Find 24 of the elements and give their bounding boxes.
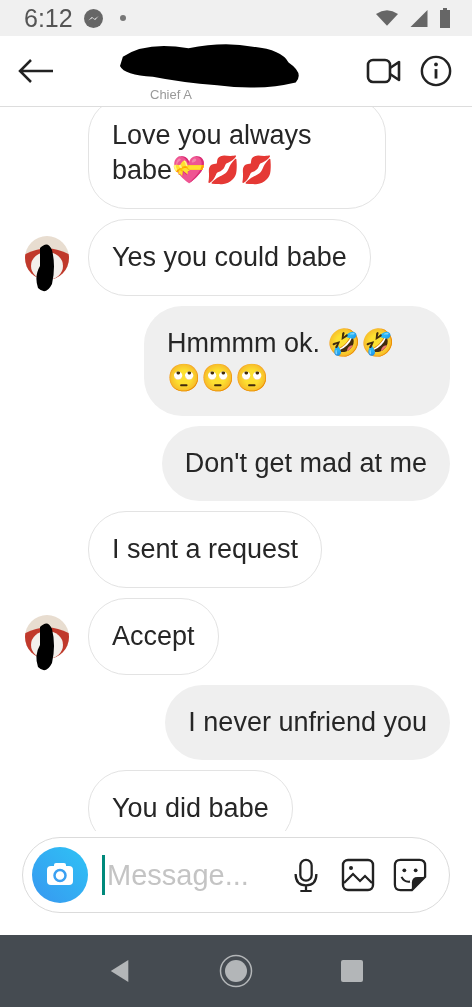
battery-icon <box>440 8 450 28</box>
info-icon[interactable] <box>418 55 454 87</box>
status-time: 6:12 <box>24 3 73 33</box>
message-bubble: I sent a request <box>88 511 323 588</box>
message-bubble: Hmmmm ok. 🤣🤣🙄🙄🙄 <box>144 306 450 416</box>
message-bubble: Accept <box>88 598 219 675</box>
message-bubble: You did babe <box>88 770 293 831</box>
back-arrow-icon[interactable] <box>18 59 54 83</box>
contact-subtitle: Chief A <box>149 86 192 102</box>
message-bubble: Love you always babe💝💋💋 <box>88 107 386 209</box>
message-bubble: Yes you could babe <box>88 219 371 296</box>
gallery-icon[interactable] <box>341 858 375 892</box>
wifi-icon <box>376 9 398 27</box>
messenger-icon <box>82 7 104 29</box>
back-triangle-icon[interactable] <box>109 959 131 983</box>
message-input[interactable]: Message... <box>105 857 271 893</box>
sticker-icon[interactable] <box>393 858 427 892</box>
home-button-icon[interactable] <box>219 954 253 988</box>
notification-dot-icon <box>119 15 126 21</box>
camera-button-icon[interactable] <box>32 847 88 903</box>
recents-square-icon[interactable] <box>341 959 363 983</box>
message-bubble: Don't get mad at me <box>161 426 450 501</box>
message-bubble: I never unfriend you <box>165 685 450 760</box>
signal-icon <box>408 9 430 27</box>
